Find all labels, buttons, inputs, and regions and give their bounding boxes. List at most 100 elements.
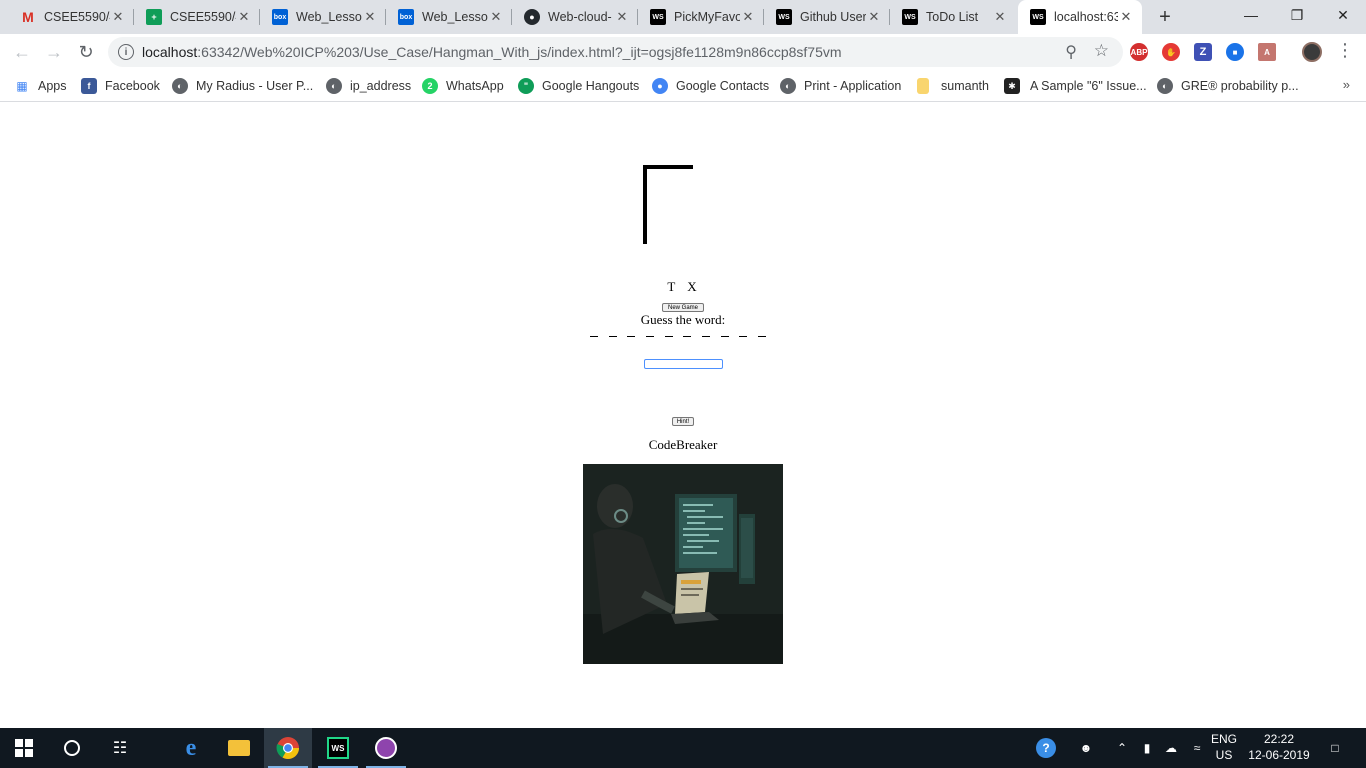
- facebook-icon: f: [81, 78, 97, 94]
- bookmark-apps[interactable]: ▦ Apps: [14, 76, 67, 96]
- profile-avatar[interactable]: [1302, 42, 1322, 62]
- tab-title: Web-cloud-: [548, 10, 612, 24]
- url-host: localhost: [142, 44, 198, 60]
- close-icon[interactable]: ✕: [1118, 9, 1134, 25]
- webstorm-app[interactable]: WS: [314, 728, 362, 768]
- edge-icon: e: [185, 734, 197, 761]
- browser-tab[interactable]: + CSEE5590/4 ✕: [134, 0, 260, 34]
- bookmarks-overflow-icon[interactable]: »: [1343, 77, 1350, 92]
- tab-title: ToDo List: [926, 10, 979, 24]
- people-icon[interactable]: ☻: [1074, 728, 1098, 768]
- guess-input[interactable]: [644, 359, 723, 369]
- edge-app[interactable]: e: [167, 728, 215, 768]
- hangman-page: TX New Game Guess the word: Hint! CodeBr…: [0, 103, 1366, 728]
- browser-tab[interactable]: box Web_Lessor ✕: [386, 0, 512, 34]
- hint-button[interactable]: Hint!: [672, 417, 694, 426]
- bookmark-gre-probability[interactable]: ◐ GRE® probability p...: [1157, 76, 1299, 96]
- bookmark-label: Apps: [38, 79, 67, 93]
- browser-tab[interactable]: M CSEE5590/4 ✕: [8, 0, 134, 34]
- letter-blank: [701, 329, 710, 337]
- stop-extension-icon[interactable]: ✋: [1162, 43, 1180, 61]
- letter-blank: [627, 329, 636, 337]
- info-icon[interactable]: i: [118, 44, 134, 60]
- github-desktop-app[interactable]: [362, 728, 410, 768]
- input-language[interactable]: ENG US: [1206, 731, 1242, 763]
- close-icon[interactable]: ✕: [488, 9, 504, 25]
- word-blanks: [590, 329, 766, 343]
- folder-icon: [917, 78, 929, 94]
- address-bar[interactable]: i localhost:63342/Web%20ICP%203/Use_Case…: [108, 37, 1123, 67]
- show-hidden-icons[interactable]: ⌃: [1112, 728, 1132, 768]
- globe-icon: ◐: [172, 78, 188, 94]
- start-button[interactable]: [0, 728, 48, 768]
- close-icon[interactable]: ✕: [236, 9, 252, 25]
- tab-title: CSEE5590/4: [170, 10, 236, 24]
- browser-tab[interactable]: WS PickMyFavo ✕: [638, 0, 764, 34]
- new-tab-button[interactable]: +: [1152, 5, 1178, 29]
- reload-button[interactable]: ↻: [72, 38, 100, 66]
- close-icon[interactable]: ✕: [740, 9, 756, 25]
- browser-tab[interactable]: WS Github User ✕: [764, 0, 890, 34]
- zotero-icon[interactable]: Z: [1194, 43, 1212, 61]
- bookmark-contacts[interactable]: ● Google Contacts: [652, 76, 769, 96]
- bookmark-sample-issue[interactable]: ✱ A Sample "6" Issue...: [1004, 76, 1147, 96]
- bookmark-hangouts[interactable]: " Google Hangouts: [518, 76, 639, 96]
- bookmark-label: WhatsApp: [446, 79, 504, 93]
- bookmark-print-application[interactable]: ◐ Print - Application: [780, 76, 901, 96]
- url-path: :63342/Web%20ICP%203/Use_Case/Hangman_Wi…: [197, 44, 842, 60]
- bookmark-ip-address[interactable]: ◐ ip_address: [326, 76, 411, 96]
- bookmark-whatsapp[interactable]: 2 WhatsApp: [422, 76, 504, 96]
- github-icon: ●: [524, 9, 540, 25]
- letter-blank: [608, 329, 617, 337]
- guessed-letter: X: [687, 279, 699, 294]
- notifications-icon[interactable]: □: [1320, 728, 1350, 768]
- chrome-app[interactable]: [264, 728, 312, 768]
- close-window-button[interactable]: ✕: [1320, 0, 1366, 30]
- close-icon[interactable]: ✕: [614, 9, 630, 25]
- task-view-button[interactable]: ☷: [96, 728, 144, 768]
- search-button[interactable]: [48, 728, 96, 768]
- minimize-button[interactable]: —: [1228, 0, 1274, 30]
- new-game-button[interactable]: New Game: [662, 303, 704, 312]
- sheets-icon: +: [146, 9, 162, 25]
- extension-blue-icon[interactable]: ■: [1226, 43, 1244, 61]
- onedrive-icon[interactable]: ☁: [1160, 728, 1182, 768]
- wifi-icon[interactable]: ≈: [1186, 728, 1208, 768]
- restore-button[interactable]: ❐: [1274, 0, 1320, 30]
- menu-dots-icon[interactable]: ⋮: [1336, 40, 1354, 61]
- acrobat-icon[interactable]: A: [1258, 43, 1276, 61]
- browser-tab-active[interactable]: WS localhost:63 ✕: [1018, 0, 1142, 34]
- zoom-icon[interactable]: ⚲: [1065, 42, 1077, 62]
- back-button[interactable]: ←: [8, 38, 36, 66]
- bookmark-label: ip_address: [350, 79, 412, 93]
- system-clock[interactable]: 22:22 12-06-2019: [1246, 731, 1312, 763]
- browser-tab[interactable]: ● Web-cloud- ✕: [512, 0, 638, 34]
- guessed-letter: T: [667, 279, 678, 294]
- forward-button[interactable]: →: [40, 38, 68, 66]
- hangouts-icon: ": [518, 78, 534, 94]
- letter-blank: [683, 329, 692, 337]
- bookmark-label: A Sample "6" Issue...: [1030, 79, 1147, 93]
- help-icon[interactable]: ?: [1032, 728, 1060, 768]
- browser-tab[interactable]: WS ToDo List ✕: [890, 0, 1016, 34]
- battery-icon[interactable]: ▮: [1136, 728, 1158, 768]
- close-icon[interactable]: ✕: [110, 9, 126, 25]
- close-icon[interactable]: ✕: [866, 9, 882, 25]
- letter-blank: [664, 329, 673, 337]
- adblock-icon[interactable]: ABP: [1130, 43, 1148, 61]
- browser-tab[interactable]: box Web_Lessor ✕: [260, 0, 386, 34]
- tab-title: Web_Lessor: [422, 10, 488, 24]
- task-view-icon: ☷: [112, 740, 128, 757]
- letter-blank: [590, 329, 598, 337]
- bookmark-facebook[interactable]: f Facebook: [81, 76, 160, 96]
- clock-date: 12-06-2019: [1248, 748, 1310, 762]
- bookmark-star-icon[interactable]: ☆: [1094, 41, 1109, 61]
- github-desktop-icon: [375, 737, 397, 759]
- apps-grid-icon: ▦: [16, 79, 28, 93]
- close-icon[interactable]: ✕: [362, 9, 378, 25]
- bookmark-my-radius[interactable]: ◐ My Radius - User P...: [172, 76, 313, 96]
- close-icon[interactable]: ✕: [992, 9, 1008, 25]
- bookmark-sumanth[interactable]: sumanth: [917, 76, 989, 96]
- file-explorer-app[interactable]: [215, 728, 263, 768]
- webstorm-icon: WS: [902, 9, 918, 25]
